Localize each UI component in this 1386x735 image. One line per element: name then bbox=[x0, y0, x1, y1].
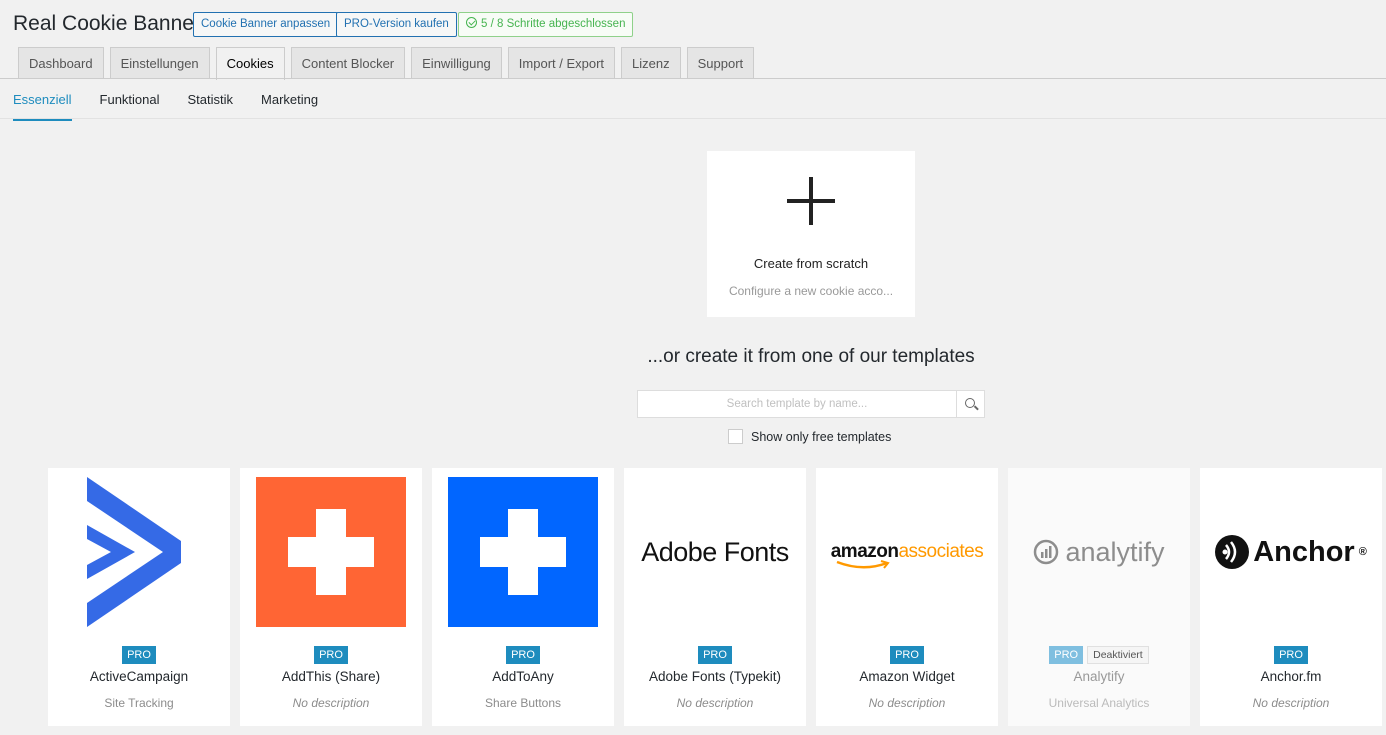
template-description: No description bbox=[1252, 696, 1330, 710]
subtab-essenziell[interactable]: Essenziell bbox=[13, 92, 72, 121]
template-card-analytify[interactable]: analytify PRO Deaktiviert Analytify Univ… bbox=[1008, 468, 1190, 726]
nav-tabs: Dashboard Einstellungen Cookies Content … bbox=[18, 47, 755, 80]
subtab-funktional[interactable]: Funktional bbox=[100, 92, 160, 121]
search-button[interactable] bbox=[957, 390, 985, 418]
scratch-title: Create from scratch bbox=[753, 256, 869, 271]
analytify-logo: analytify bbox=[1016, 477, 1182, 627]
template-description: Share Buttons bbox=[484, 696, 562, 710]
free-templates-filter[interactable]: Show only free templates bbox=[728, 429, 891, 444]
addthis-logo bbox=[248, 477, 414, 627]
subtab-marketing[interactable]: Marketing bbox=[261, 92, 318, 121]
tab-dashboard[interactable]: Dashboard bbox=[18, 47, 104, 79]
plus-icon bbox=[787, 177, 835, 225]
app-title: Real Cookie Banner bbox=[13, 12, 201, 35]
tab-einstellungen[interactable]: Einstellungen bbox=[109, 47, 210, 79]
template-card-anchor-fm[interactable]: Anchor ® PRO Anchor.fm No description bbox=[1200, 468, 1382, 726]
subtab-divider bbox=[0, 118, 1386, 119]
template-name: Anchor.fm bbox=[1260, 669, 1322, 684]
search-icon bbox=[965, 398, 975, 408]
template-name: AddThis (Share) bbox=[281, 669, 381, 684]
template-card-adobe-fonts[interactable]: Adobe Fonts PRO Adobe Fonts (Typekit) No… bbox=[624, 468, 806, 726]
template-name: Adobe Fonts (Typekit) bbox=[648, 669, 782, 684]
anchor-logo: Anchor ® bbox=[1208, 477, 1374, 627]
template-card-addtoany[interactable]: PRO AddToAny Share Buttons bbox=[432, 468, 614, 726]
pro-badge: PRO bbox=[314, 646, 348, 664]
template-search bbox=[637, 390, 985, 418]
amazon-associates-logo: amazonassociates bbox=[824, 477, 990, 627]
create-from-scratch-card[interactable]: Create from scratch Configure a new cook… bbox=[707, 151, 915, 317]
template-description: Universal Analytics bbox=[1048, 696, 1150, 710]
template-description: No description bbox=[292, 696, 370, 710]
subtab-statistik[interactable]: Statistik bbox=[188, 92, 234, 121]
check-circle-icon bbox=[466, 17, 477, 28]
template-name: ActiveCampaign bbox=[89, 669, 189, 684]
template-name: Analytify bbox=[1073, 669, 1125, 684]
tab-support[interactable]: Support bbox=[686, 47, 755, 79]
template-description: No description bbox=[676, 696, 754, 710]
free-templates-checkbox[interactable] bbox=[728, 429, 743, 444]
addtoany-logo bbox=[440, 477, 606, 627]
template-cards: PRO ActiveCampaign Site Tracking PRO Add… bbox=[48, 468, 1382, 726]
templates-heading: ...or create it from one of our template… bbox=[647, 346, 975, 367]
pro-badge: PRO bbox=[506, 646, 540, 664]
pro-badge: PRO bbox=[1274, 646, 1308, 664]
template-name: AddToAny bbox=[492, 669, 554, 684]
customize-banner-button[interactable]: Cookie Banner anpassen bbox=[193, 12, 339, 37]
tab-import-export[interactable]: Import / Export bbox=[507, 47, 616, 79]
template-card-activecampaign[interactable]: PRO ActiveCampaign Site Tracking bbox=[48, 468, 230, 726]
tab-lizenz[interactable]: Lizenz bbox=[621, 47, 681, 79]
tab-content-blocker[interactable]: Content Blocker bbox=[290, 47, 406, 79]
scratch-description: Configure a new cookie acco... bbox=[728, 284, 894, 298]
free-templates-label: Show only free templates bbox=[751, 429, 892, 444]
adobe-fonts-logo: Adobe Fonts bbox=[641, 536, 789, 567]
template-description: Site Tracking bbox=[104, 696, 174, 710]
template-card-amazon-widget[interactable]: amazonassociates PRO Amazon Widget No de… bbox=[816, 468, 998, 726]
sub-tabs: Essenziell Funktional Statistik Marketin… bbox=[13, 92, 318, 121]
buy-pro-button[interactable]: PRO-Version kaufen bbox=[336, 12, 457, 37]
pro-badge: PRO bbox=[890, 646, 924, 664]
progress-label: 5 / 8 Schritte abgeschlossen bbox=[481, 18, 626, 30]
pro-badge: PRO bbox=[698, 646, 732, 664]
template-card-addthis[interactable]: PRO AddThis (Share) No description bbox=[240, 468, 422, 726]
tab-cookies[interactable]: Cookies bbox=[215, 47, 285, 80]
pro-badge: PRO bbox=[122, 646, 156, 664]
template-name: Amazon Widget bbox=[859, 669, 955, 684]
pro-badge: PRO bbox=[1049, 646, 1084, 664]
deactivated-badge: Deaktiviert bbox=[1087, 646, 1149, 664]
tab-einwilligung[interactable]: Einwilligung bbox=[411, 47, 502, 79]
template-search-input[interactable] bbox=[637, 390, 957, 418]
nav-divider bbox=[0, 78, 1386, 79]
progress-steps-button[interactable]: 5 / 8 Schritte abgeschlossen bbox=[458, 12, 634, 37]
activecampaign-logo bbox=[56, 477, 222, 627]
template-description: No description bbox=[868, 696, 946, 710]
